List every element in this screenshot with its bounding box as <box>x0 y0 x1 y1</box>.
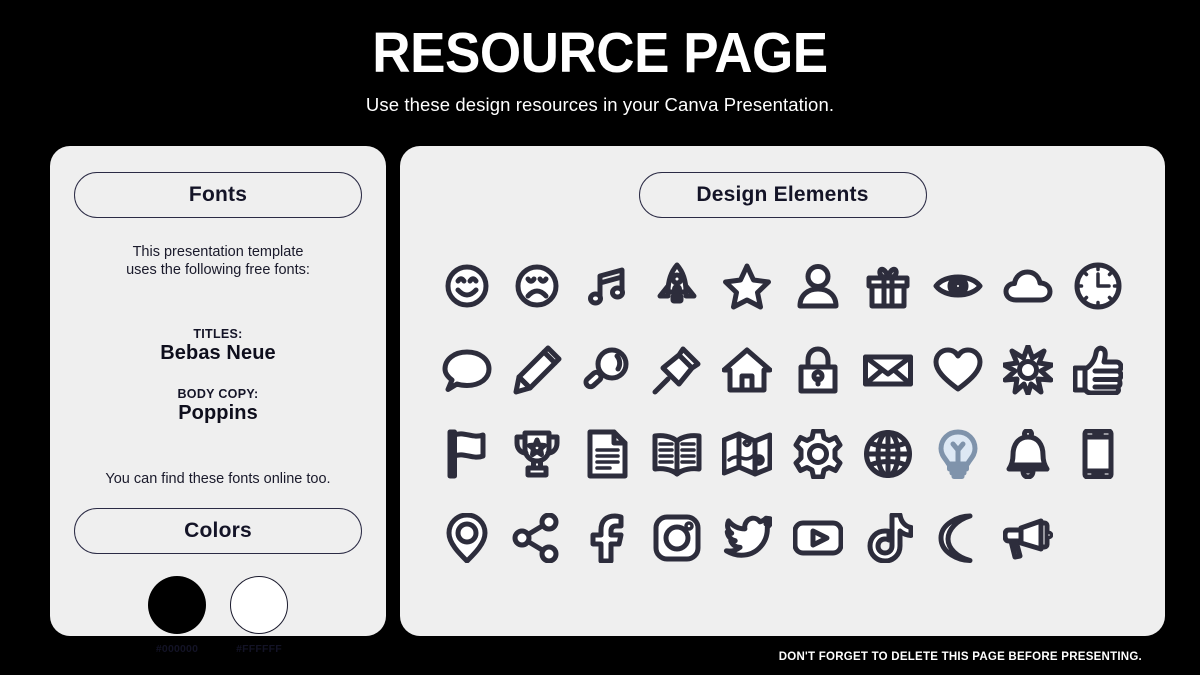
speech-bubble-icon[interactable] <box>432 330 502 410</box>
flag-icon[interactable] <box>432 414 502 494</box>
pushpin-icon[interactable] <box>642 330 712 410</box>
titles-font-block: TITLES: Bebas Neue <box>74 327 362 365</box>
sad-face-icon[interactable] <box>502 246 572 326</box>
padlock-icon[interactable] <box>782 330 852 410</box>
colors-section: Colors #000000 #FFFFFF <box>74 508 362 655</box>
fonts-online-note: You can find these fonts online too. <box>105 471 331 487</box>
document-icon[interactable] <box>572 414 642 494</box>
body-font-name: Poppins <box>178 402 258 424</box>
fonts-intro-line-2: uses the following free fonts: <box>126 261 310 278</box>
smiley-face-icon[interactable] <box>432 246 502 326</box>
black-swatch-dot[interactable] <box>148 576 206 634</box>
envelope-icon[interactable] <box>853 330 923 410</box>
design-elements-panel: Design Elements <box>400 146 1165 636</box>
eye-icon[interactable] <box>923 246 993 326</box>
megaphone-icon[interactable] <box>993 498 1063 578</box>
lightbulb-icon[interactable] <box>923 414 993 494</box>
slide-header: RESOURCE PAGE Use these design resources… <box>0 22 1200 117</box>
black-swatch-code: #000000 <box>155 643 199 655</box>
fonts-heading-pill[interactable]: Fonts <box>74 172 362 218</box>
white-swatch[interactable]: #FFFFFF <box>225 576 293 655</box>
slide-canvas: RESOURCE PAGE Use these design resources… <box>0 0 1200 675</box>
instagram-icon[interactable] <box>642 498 712 578</box>
gear-icon[interactable] <box>782 414 852 494</box>
music-note-icon[interactable] <box>572 246 642 326</box>
colors-heading-pill[interactable]: Colors <box>74 508 362 554</box>
pencil-icon[interactable] <box>502 330 572 410</box>
gift-icon[interactable] <box>853 246 923 326</box>
fonts-intro-text: This presentation template uses the foll… <box>74 244 362 279</box>
star-icon[interactable] <box>712 246 782 326</box>
bell-icon[interactable] <box>993 414 1063 494</box>
cloud-icon[interactable] <box>993 246 1063 326</box>
tiktok-icon[interactable] <box>853 498 923 578</box>
body-font-label: BODY COPY: <box>177 387 259 401</box>
rocket-icon[interactable] <box>642 246 712 326</box>
moon-icon[interactable] <box>923 498 993 578</box>
open-book-icon[interactable] <box>642 414 712 494</box>
icon-grid <box>420 246 1145 578</box>
footer-note: DON'T FORGET TO DELETE THIS PAGE BEFORE … <box>778 651 1142 663</box>
house-icon[interactable] <box>712 330 782 410</box>
fonts-panel: Fonts This presentation template uses th… <box>50 146 386 655</box>
clock-icon[interactable] <box>1063 246 1133 326</box>
person-icon[interactable] <box>782 246 852 326</box>
design-elements-heading-pill[interactable]: Design Elements <box>638 172 927 218</box>
body-font-block: BODY COPY: Poppins <box>74 387 362 425</box>
heart-icon[interactable] <box>923 330 993 410</box>
titles-font-name: Bebas Neue <box>160 342 276 364</box>
map-icon[interactable] <box>712 414 782 494</box>
black-swatch[interactable]: #000000 <box>143 576 211 655</box>
color-swatch-list: #000000 #FFFFFF <box>74 576 362 655</box>
white-swatch-dot[interactable] <box>230 576 288 634</box>
sun-icon[interactable] <box>993 330 1063 410</box>
youtube-icon[interactable] <box>782 498 852 578</box>
location-pin-icon[interactable] <box>432 498 502 578</box>
titles-font-label: TITLES: <box>193 327 243 341</box>
white-swatch-code: #FFFFFF <box>236 643 282 655</box>
magnifying-glass-icon[interactable] <box>572 330 642 410</box>
fonts-intro-line-1: This presentation template <box>132 244 304 260</box>
trophy-icon[interactable] <box>502 414 572 494</box>
page-subtitle: Use these design resources in your Canva… <box>365 94 835 115</box>
smartphone-icon[interactable] <box>1063 414 1133 494</box>
twitter-icon[interactable] <box>712 498 782 578</box>
facebook-icon[interactable] <box>572 498 642 578</box>
globe-icon[interactable] <box>853 414 923 494</box>
share-icon[interactable] <box>502 498 572 578</box>
thumbs-up-icon[interactable] <box>1063 330 1133 410</box>
page-title: RESOURCE PAGE <box>372 21 828 85</box>
